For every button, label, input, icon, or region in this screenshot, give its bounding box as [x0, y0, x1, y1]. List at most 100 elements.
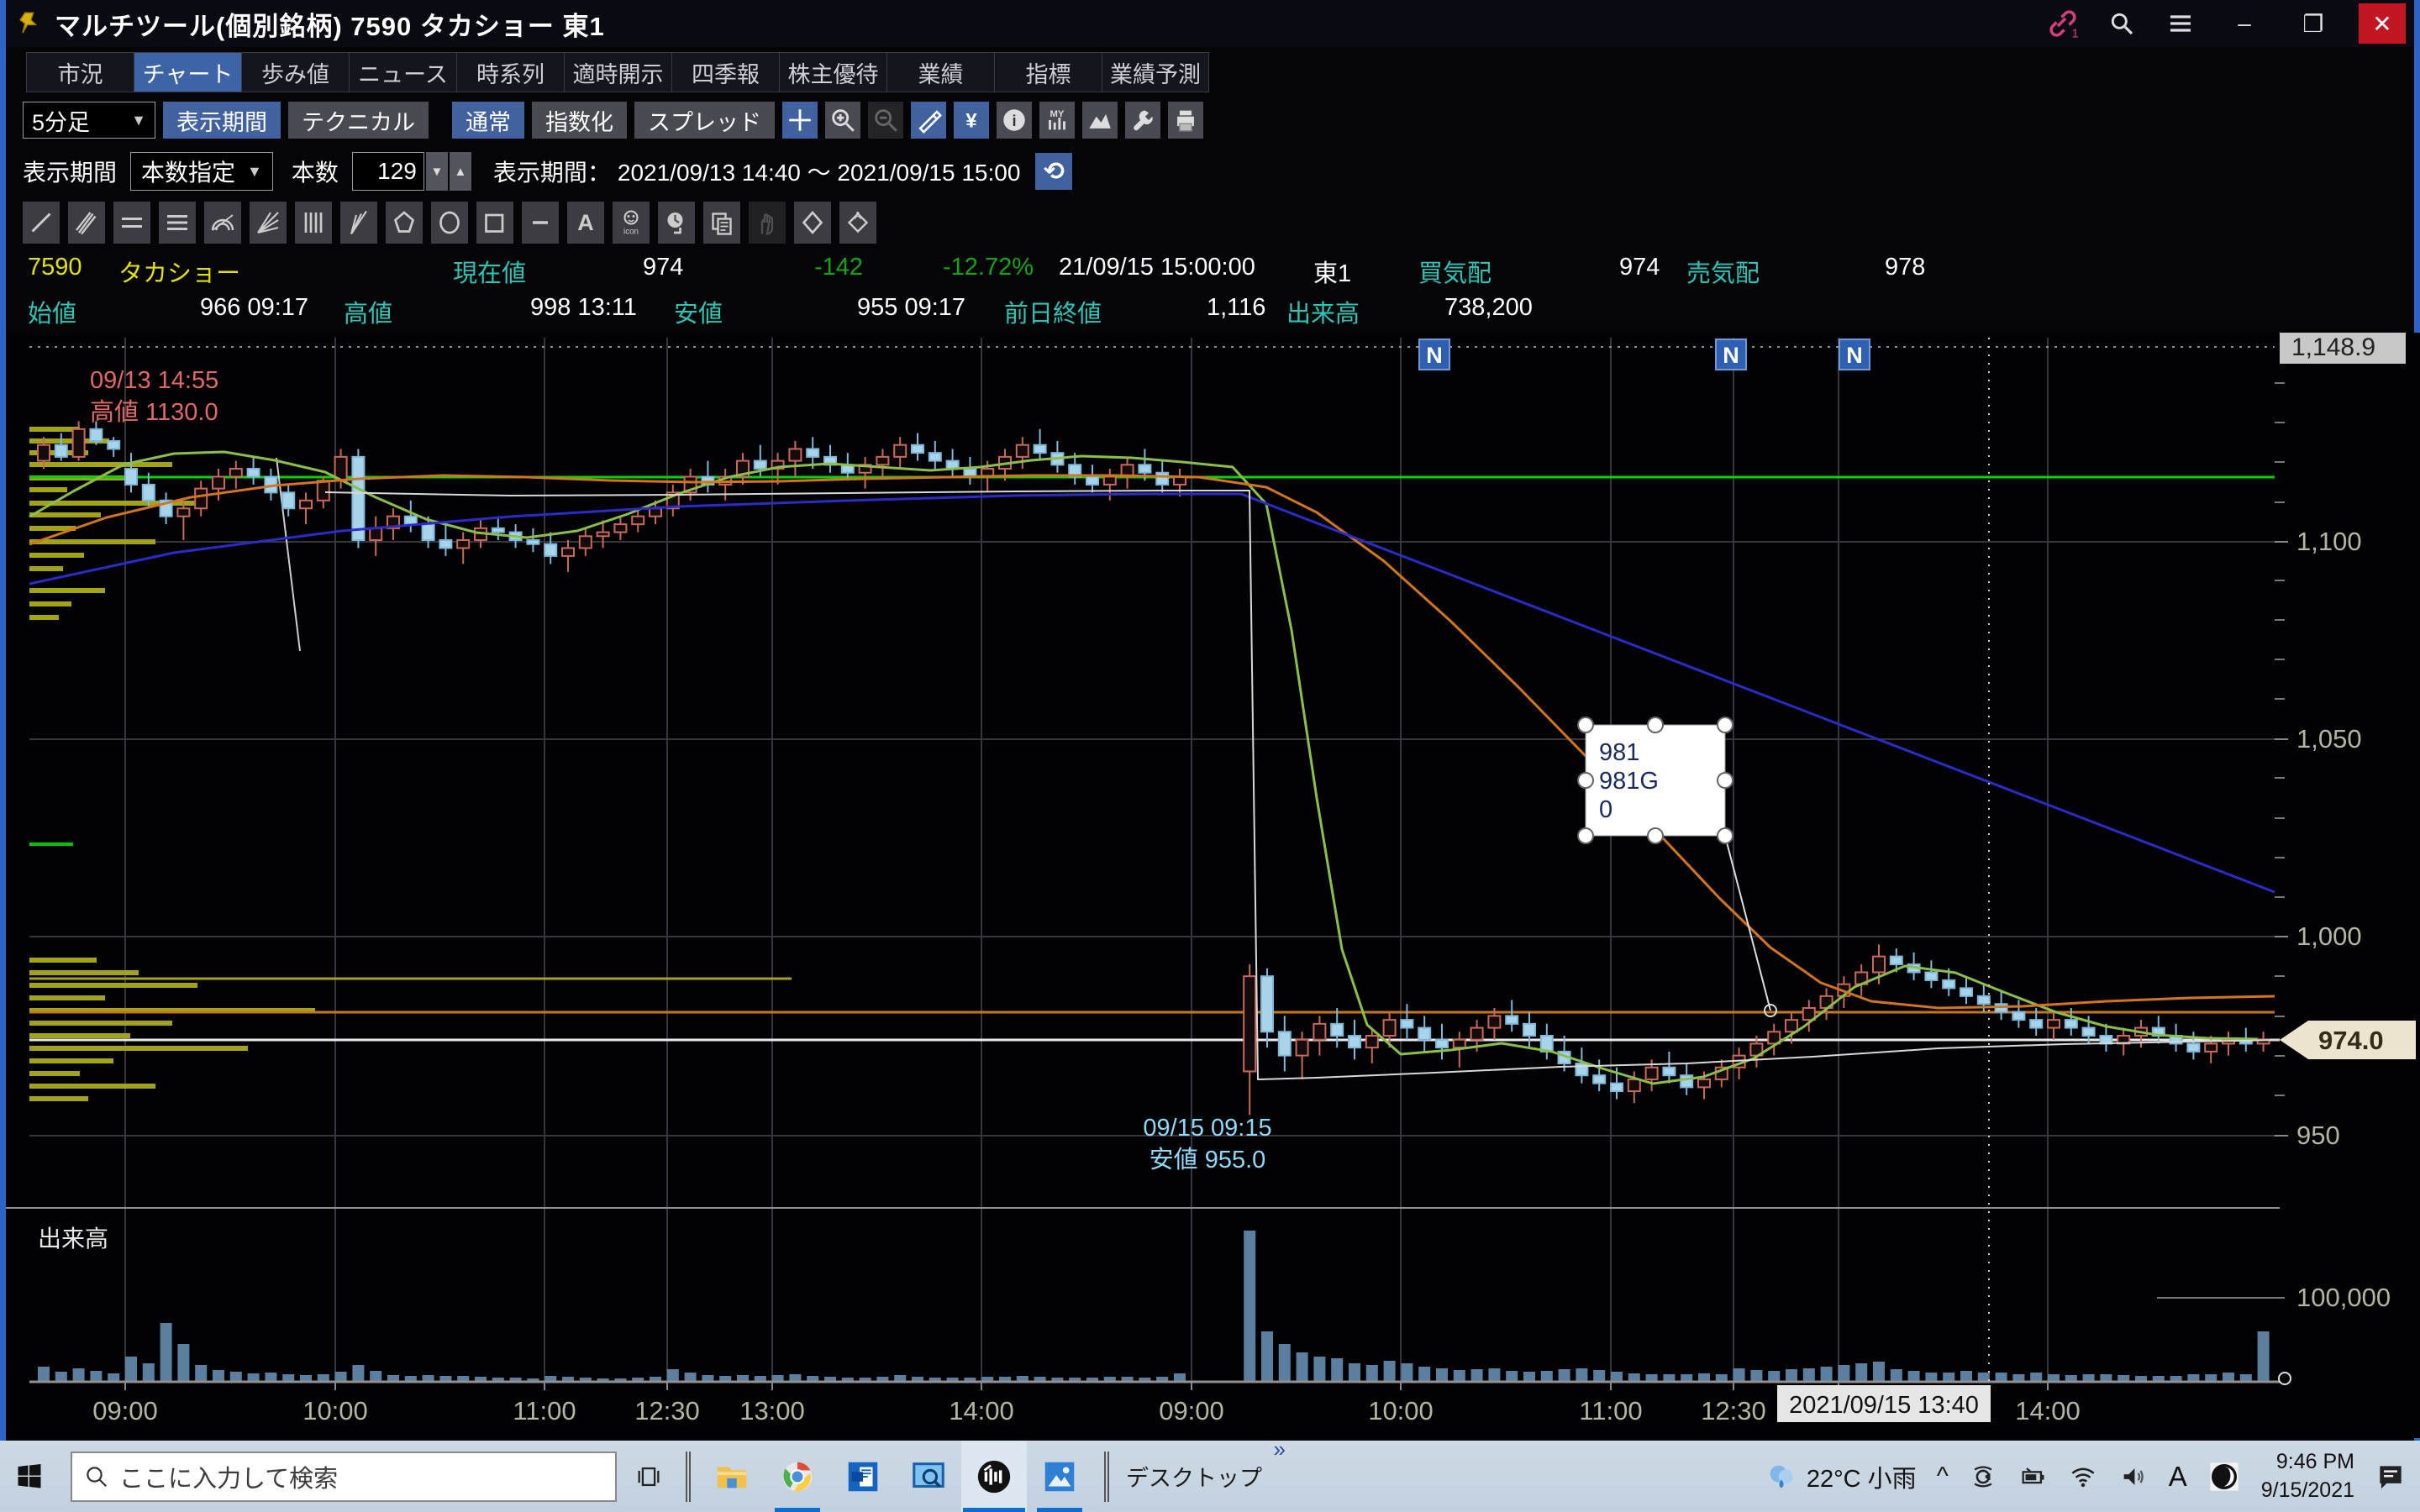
snip-taskbar-icon[interactable]	[896, 1441, 961, 1512]
spread-button[interactable]: スプレッド	[634, 102, 775, 139]
meet-now-icon[interactable]	[1969, 1462, 1997, 1491]
yen-icon[interactable]: ¥	[954, 102, 989, 139]
tray-chevron-icon[interactable]: ^	[1937, 1462, 1949, 1491]
clock-widget[interactable]: 9:46 PM 9/15/2021	[2261, 1448, 2354, 1505]
trading-app-taskbar-icon[interactable]	[961, 1441, 1027, 1512]
technical-button[interactable]: テクニカル	[288, 102, 429, 139]
weather-widget[interactable]: 22°C 小雨	[1765, 1459, 1917, 1494]
photos-taskbar-icon[interactable]	[1027, 1441, 1092, 1512]
tab-時系列[interactable]: 時系列	[456, 52, 564, 92]
link-icon[interactable]: 1	[2044, 5, 2081, 42]
wrench-icon[interactable]	[1125, 102, 1160, 139]
tab-業績[interactable]: 業績	[886, 52, 994, 92]
timeframe-select[interactable]: 5分足▼	[23, 102, 155, 139]
task-view-button[interactable]	[623, 1441, 674, 1512]
tab-株主優待[interactable]: 株主優待	[779, 52, 886, 92]
toolbar-expand-icon[interactable]: »	[1274, 1436, 1286, 1462]
pentagon-icon[interactable]	[386, 202, 423, 244]
hline-3-icon[interactable]	[159, 202, 196, 244]
gann-fan-icon[interactable]	[250, 202, 287, 244]
crosshair-icon[interactable]	[782, 102, 818, 139]
battery-icon[interactable]	[2018, 1462, 2048, 1491]
tab-四季報[interactable]: 四季報	[671, 52, 779, 92]
popup-resize-handle[interactable]	[1718, 773, 1733, 788]
horizontal-segment-icon[interactable]	[522, 202, 559, 244]
rectangle-icon[interactable]	[476, 202, 513, 244]
hand-icon[interactable]	[749, 202, 786, 244]
candle-body	[544, 544, 556, 556]
count-decrement[interactable]: ▼	[426, 152, 448, 191]
mountain-icon[interactable]	[1082, 102, 1118, 139]
ray-fan-icon[interactable]	[340, 202, 377, 244]
desktop-toolbar[interactable]: デスクトップ »	[1126, 1460, 1262, 1493]
print-icon[interactable]	[1168, 102, 1203, 139]
search-icon[interactable]	[2103, 5, 2140, 42]
price-chart[interactable]: 1,1001,0501,000950NNN09/13 14:55高値 1130.…	[6, 333, 2420, 1438]
candle-body	[492, 528, 504, 533]
copy-object-icon[interactable]	[703, 202, 740, 244]
menu-icon[interactable]	[2162, 5, 2199, 42]
count-mode-select[interactable]: 本数指定▼	[130, 152, 273, 191]
count-input[interactable]: 129	[352, 152, 424, 191]
popup-resize-handle[interactable]	[1578, 773, 1593, 788]
restore-button[interactable]: ❐	[2290, 3, 2337, 44]
volume-bar	[213, 1370, 224, 1382]
zoom-in-icon[interactable]	[825, 102, 860, 139]
volume-icon[interactable]	[2118, 1462, 2149, 1491]
eraser-all-icon[interactable]: A	[839, 202, 876, 244]
tab-適時開示[interactable]: 適時開示	[564, 52, 671, 92]
popup-resize-handle[interactable]	[1648, 828, 1663, 843]
draw-icon[interactable]	[911, 102, 946, 139]
x-axis-label: 10:00	[1368, 1396, 1434, 1425]
fibonacci-arc-icon[interactable]	[204, 202, 241, 244]
x-axis-label: 11:00	[1579, 1396, 1642, 1425]
tab-チャート[interactable]: チャート	[134, 52, 241, 92]
parallel-channel-icon[interactable]	[68, 202, 105, 244]
volume-bar	[1313, 1357, 1325, 1382]
popup-resize-handle[interactable]	[1648, 717, 1663, 732]
chrome-taskbar-icon[interactable]	[765, 1441, 830, 1512]
wifi-icon[interactable]	[2068, 1462, 2098, 1491]
info-icon[interactable]: i	[997, 102, 1032, 139]
icon-stamp-icon[interactable]: icon	[613, 202, 650, 244]
tab-歩み値[interactable]: 歩み値	[241, 52, 349, 92]
reload-icon[interactable]: ⟲	[1035, 153, 1072, 190]
volume-profile-bar	[29, 588, 105, 593]
tab-ニュース[interactable]: ニュース	[349, 52, 456, 92]
popup-resize-handle[interactable]	[1718, 717, 1733, 732]
popup-resize-handle[interactable]	[1718, 828, 1733, 843]
trendline-icon[interactable]	[23, 202, 60, 244]
mail-taskbar-icon[interactable]	[830, 1441, 896, 1512]
count-increment[interactable]: ▲	[450, 152, 471, 191]
hline-2-icon[interactable]	[113, 202, 150, 244]
display-period-button[interactable]: 表示期間	[163, 102, 281, 139]
volume-profile-bar	[29, 958, 97, 963]
candle-body	[248, 469, 260, 476]
popup-resize-handle[interactable]	[1578, 717, 1593, 732]
notification-icon[interactable]	[2375, 1461, 2407, 1493]
volume-profile-bar	[29, 1071, 80, 1076]
zoom-out-icon[interactable]	[868, 102, 903, 139]
volume-bar	[1803, 1368, 1815, 1382]
file-explorer-taskbar-icon[interactable]	[699, 1441, 765, 1512]
start-button[interactable]	[0, 1441, 59, 1512]
minimize-button[interactable]: –	[2221, 3, 2268, 44]
tab-業績予測[interactable]: 業績予測	[1102, 52, 1209, 92]
time-cycle-icon[interactable]	[658, 202, 695, 244]
tab-指標[interactable]: 指標	[994, 52, 1102, 92]
ime-icon[interactable]	[2207, 1460, 2241, 1494]
normal-button[interactable]: 通常	[452, 102, 524, 139]
taskbar-search-input[interactable]: ここに入力して検索	[71, 1452, 617, 1502]
title-bar[interactable]: マルチツール(個別銘柄) 7590 タカショー 東1 1 – ❐ ✕	[6, 0, 2414, 47]
popup-resize-handle[interactable]	[1578, 828, 1593, 843]
vertical-lines-icon[interactable]	[295, 202, 332, 244]
volume-bar	[1593, 1370, 1605, 1382]
tab-市況[interactable]: 市況	[26, 52, 134, 92]
my-chart-icon[interactable]: MY	[1039, 102, 1075, 139]
close-button[interactable]: ✕	[2359, 3, 2406, 44]
ellipse-icon[interactable]	[431, 202, 468, 244]
text-icon[interactable]: A	[567, 202, 604, 244]
eraser-icon[interactable]	[794, 202, 831, 244]
indexed-button[interactable]: 指数化	[532, 102, 627, 139]
ime-mode-indicator[interactable]: A	[2169, 1461, 2187, 1493]
